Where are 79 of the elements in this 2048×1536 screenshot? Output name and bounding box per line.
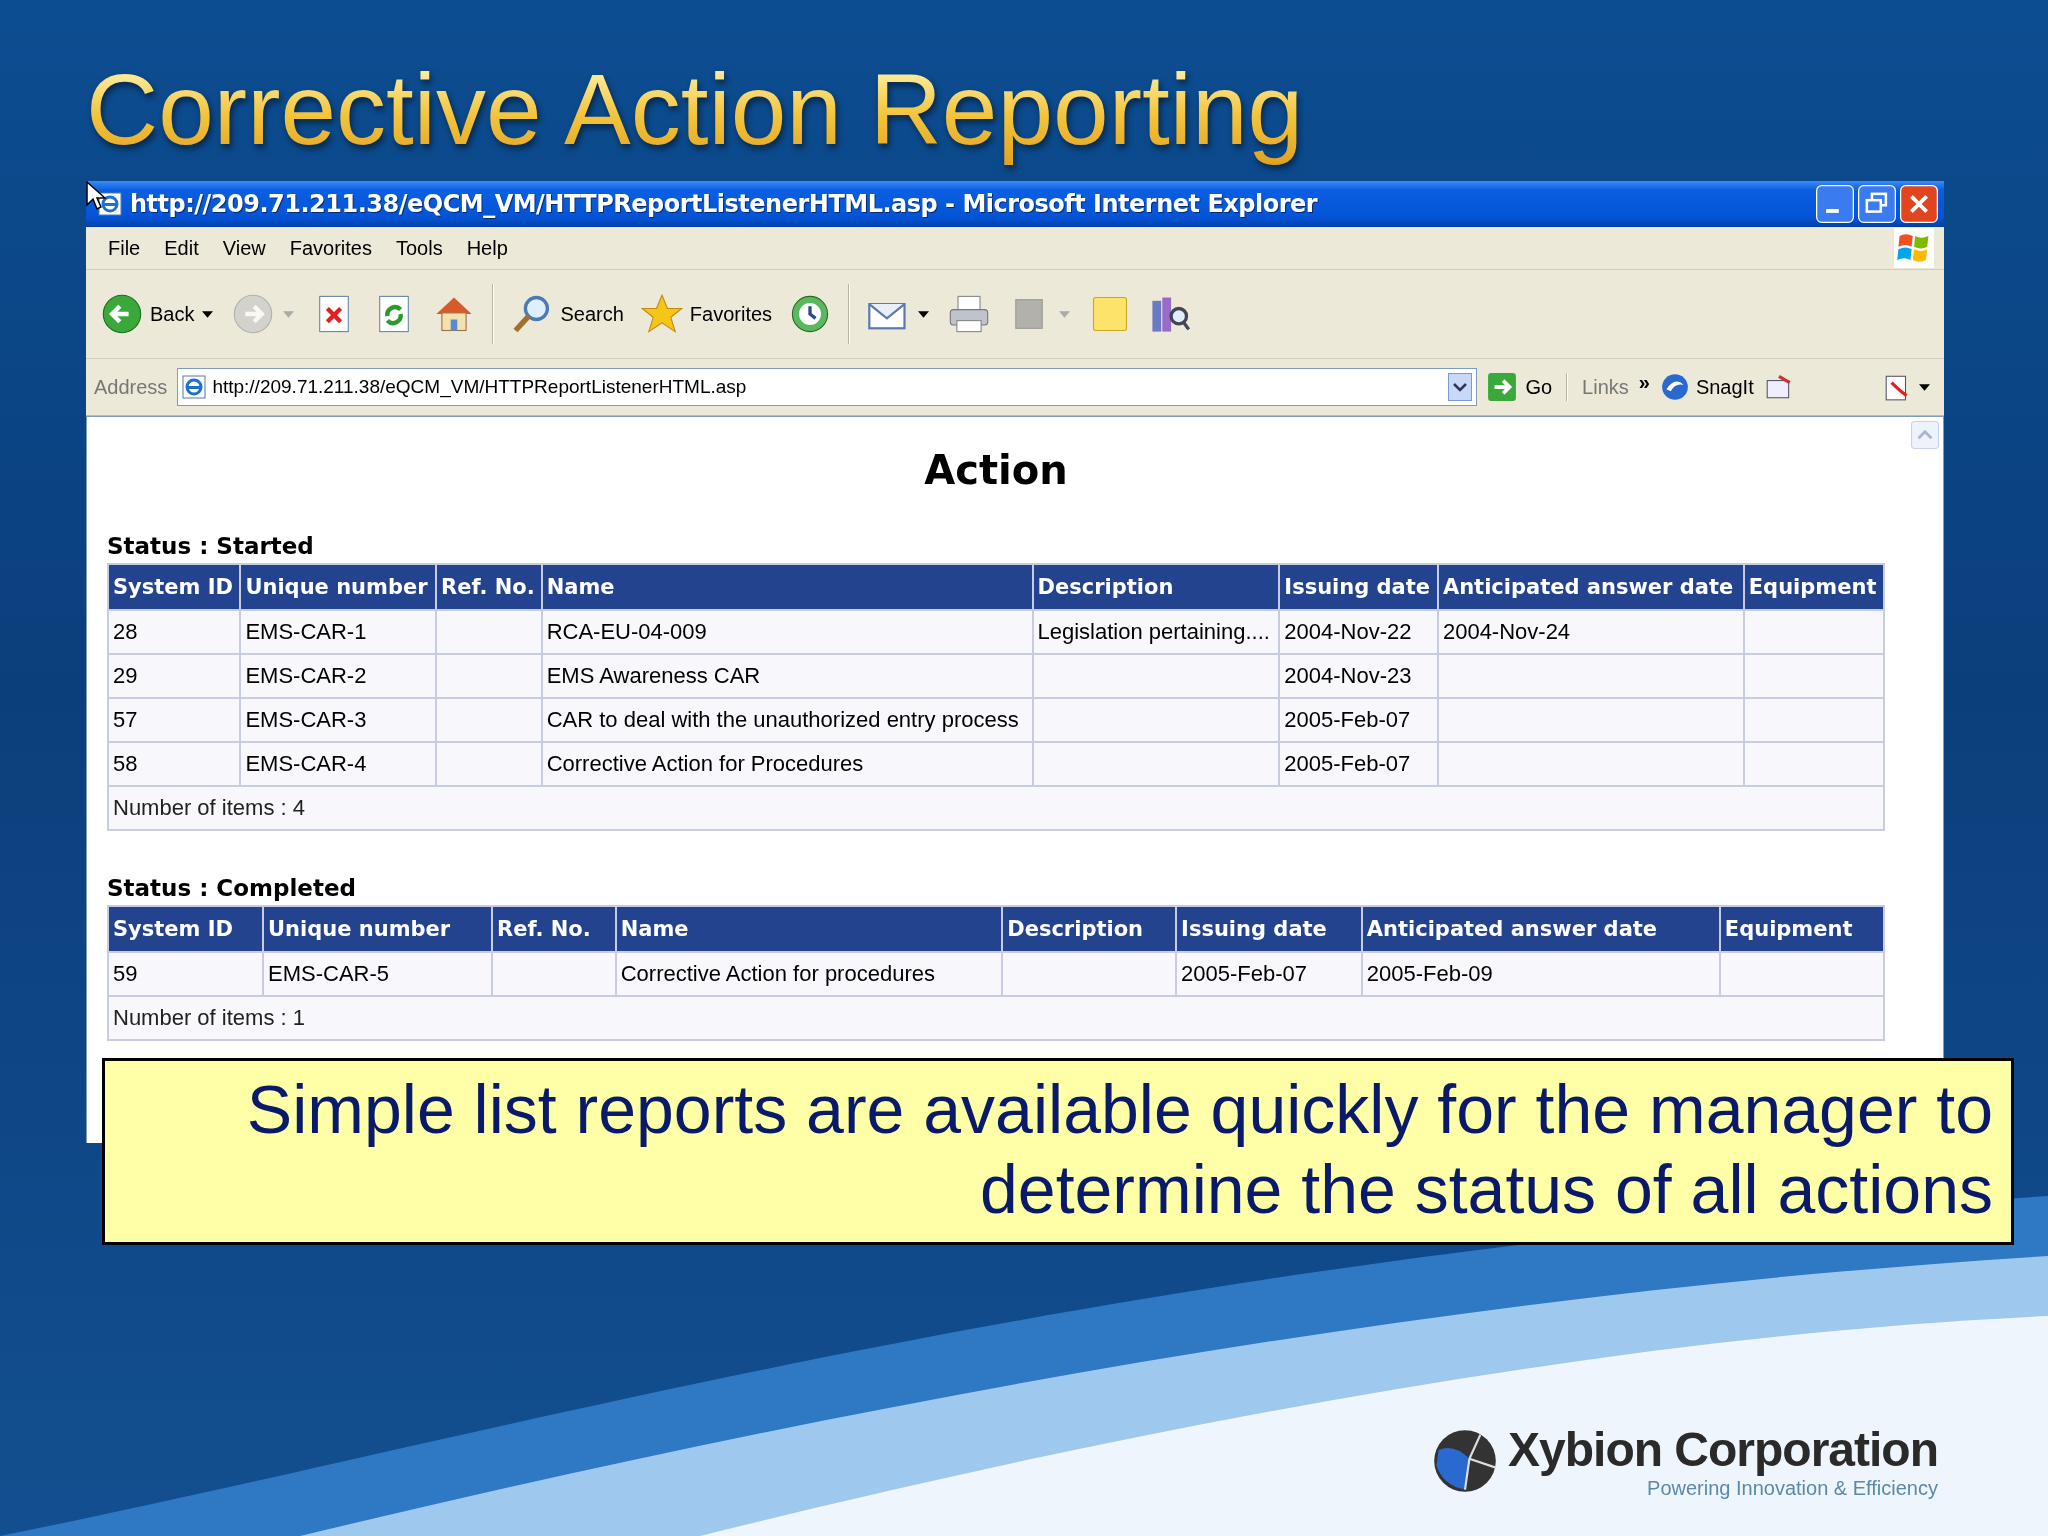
minimize-button[interactable] xyxy=(1816,185,1854,223)
window-title: http://209.71.211.38/eQCM_VM/HTTPReportListenerHTML.asp - Microsoft Internet Explorer xyxy=(130,190,1319,218)
column-header: Description xyxy=(1032,564,1280,610)
globe-icon xyxy=(1432,1428,1498,1494)
status-label: Status : Started xyxy=(107,533,314,559)
column-header: Ref. No. xyxy=(436,564,542,610)
go-button[interactable]: Go xyxy=(1487,372,1553,402)
close-button[interactable] xyxy=(1900,185,1938,223)
table-cell: 2004-Nov-22 xyxy=(1279,610,1438,654)
table-cell: EMS-CAR-4 xyxy=(240,742,437,786)
dropdown-button[interactable] xyxy=(1448,372,1473,402)
browser-icon xyxy=(98,192,122,216)
column-header: Unique number xyxy=(240,564,437,610)
snagit-button[interactable]: SnagIt xyxy=(1659,372,1754,402)
callout-text: Simple list reports are available quickly for the manager to determine the status of all actions xyxy=(102,1058,2014,1245)
favorites-button[interactable]: Favorites xyxy=(635,288,777,340)
table-cell: 2004-Nov-24 xyxy=(1437,610,1744,654)
column-header: Unique number xyxy=(263,906,493,952)
more-button[interactable]: » xyxy=(1638,370,1650,394)
column-header: Anticipated answer date xyxy=(1361,906,1720,952)
column-header: Name xyxy=(615,906,1003,952)
column-header: Equipment xyxy=(1719,906,1884,952)
arrow-right-icon xyxy=(1487,372,1518,402)
menu-item[interactable]: Favorites xyxy=(277,234,384,262)
menu-item[interactable]: Edit xyxy=(152,234,211,262)
links-label: Links xyxy=(1582,375,1629,399)
table-cell: 2004-Nov-23 xyxy=(1279,654,1438,698)
table-cell: 2005-Feb-09 xyxy=(1361,952,1720,996)
table-cell: 2005-Feb-07 xyxy=(1279,698,1438,742)
windows-flag-icon xyxy=(1894,228,1934,268)
table-cell: CAR to deal with the unauthorized entry process xyxy=(541,698,1033,742)
table-cell: 57 xyxy=(108,698,241,742)
menu-item[interactable]: File xyxy=(96,234,153,262)
column-header: Anticipated answer date xyxy=(1437,564,1744,610)
address-field[interactable]: http://209.71.211.38/eQCM_VM/HTTPReportListenerHTML.asp xyxy=(177,368,1478,406)
swirl-icon xyxy=(1659,372,1690,402)
star-icon xyxy=(639,292,684,336)
table-cell: 29 xyxy=(108,654,241,698)
address-label: Address xyxy=(94,375,168,399)
table-cell: EMS-CAR-2 xyxy=(240,654,437,698)
column-header: System ID xyxy=(108,564,241,610)
table-cell: Legislation pertaining.... xyxy=(1032,610,1280,654)
table-cell: Corrective Action for Procedures xyxy=(541,742,1033,786)
column-header: Issuing date xyxy=(1279,564,1438,610)
company-tagline: Powering Innovation & Efficiency xyxy=(1647,1477,1938,1500)
search-button[interactable]: Search xyxy=(506,288,628,340)
item-count: Number of items : 4 xyxy=(108,786,1884,830)
menu-item[interactable]: View xyxy=(210,234,278,262)
back-button[interactable]: Back xyxy=(96,288,199,340)
page-heading: Action xyxy=(923,447,1069,493)
cursor-icon xyxy=(86,181,106,211)
table-cell: 58 xyxy=(108,742,241,786)
caret-icon[interactable] xyxy=(1919,383,1930,391)
column-header: Ref. No. xyxy=(492,906,616,952)
table-cell: EMS-CAR-3 xyxy=(240,698,437,742)
table-cell: 59 xyxy=(108,952,264,996)
caret-icon[interactable] xyxy=(202,310,214,318)
status-label: Status : Completed xyxy=(107,875,356,901)
page-icon xyxy=(182,375,207,399)
caret-icon[interactable] xyxy=(918,310,930,318)
menu-item[interactable]: Help xyxy=(454,234,520,262)
menu-item[interactable]: Tools xyxy=(383,234,455,262)
table-cell: EMS Awareness CAR xyxy=(541,654,1033,698)
column-header: Issuing date xyxy=(1176,906,1362,952)
column-header: Name xyxy=(541,564,1033,610)
table-cell: Corrective Action for procedures xyxy=(615,952,1003,996)
column-header: Description xyxy=(1002,906,1177,952)
column-header: Equipment xyxy=(1743,564,1884,610)
table-cell: 2005-Feb-07 xyxy=(1176,952,1362,996)
arrow-left-icon xyxy=(100,292,144,336)
item-count: Number of items : 1 xyxy=(108,996,1884,1040)
table-cell: RCA-EU-04-009 xyxy=(541,610,1033,654)
table-cell: EMS-CAR-1 xyxy=(240,610,437,654)
table-cell: 2005-Feb-07 xyxy=(1279,742,1438,786)
column-header: System ID xyxy=(108,906,264,952)
company-name: Xybion Corporation xyxy=(1508,1422,1938,1477)
table-cell: 28 xyxy=(108,610,241,654)
table-cell: EMS-CAR-5 xyxy=(263,952,493,996)
restore-button[interactable] xyxy=(1858,185,1896,223)
